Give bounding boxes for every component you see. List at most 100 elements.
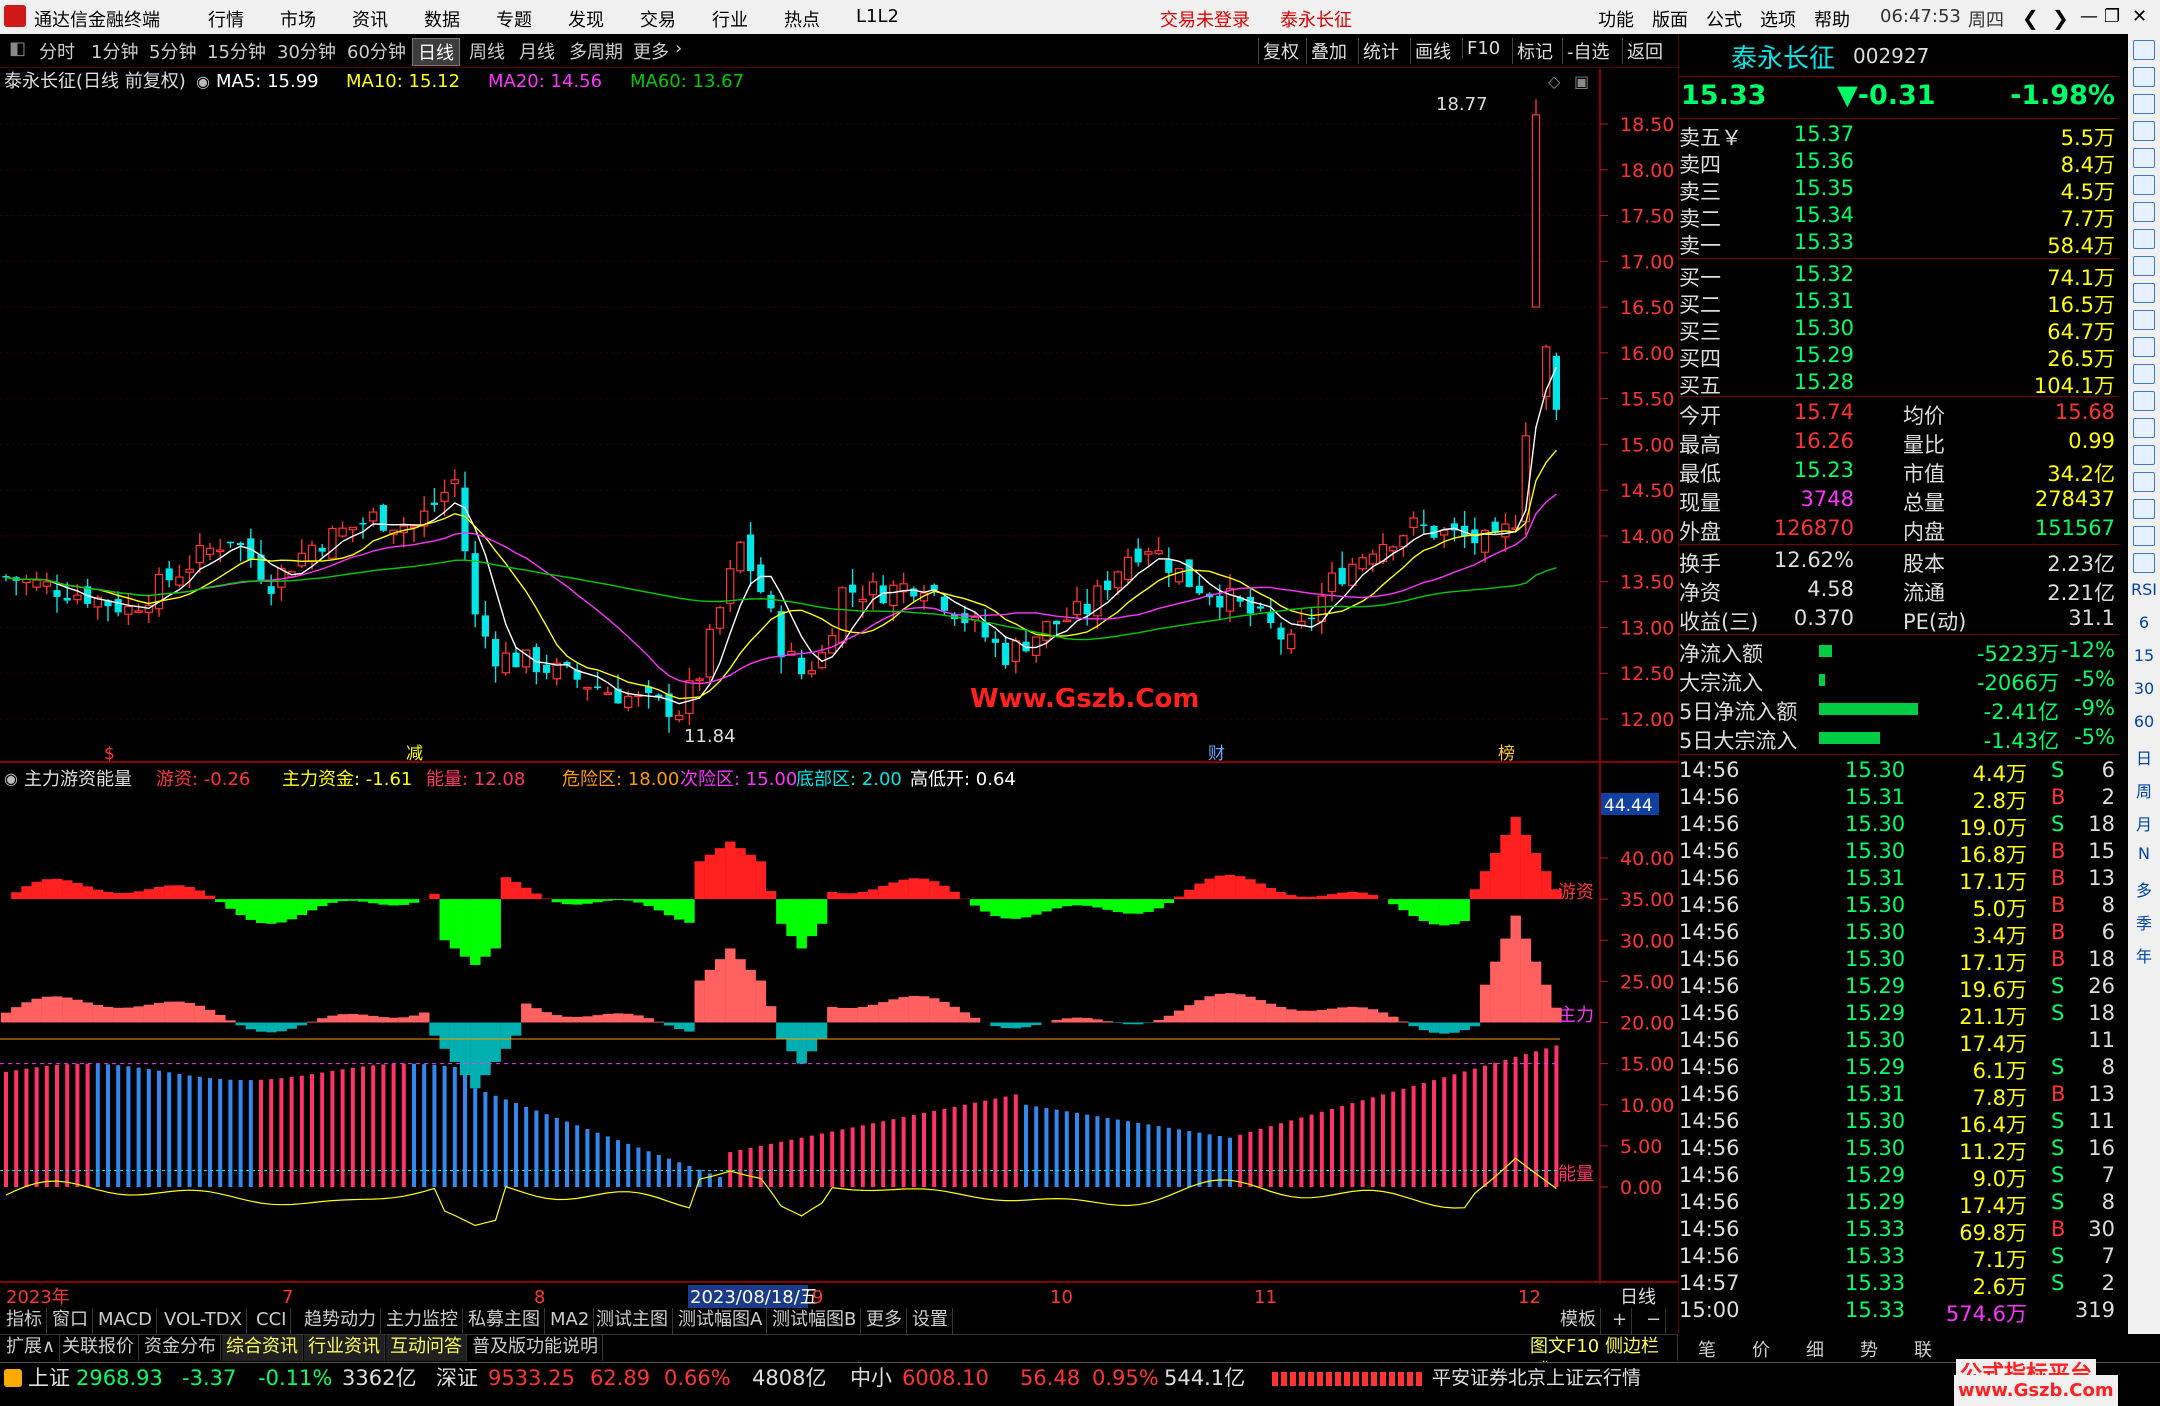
chevron-right-icon[interactable]: › xyxy=(670,38,687,59)
template-button[interactable]: 模板 xyxy=(1556,1308,1601,1334)
indicator-tab-3[interactable]: VOL-TDX xyxy=(160,1308,247,1334)
bid-row[interactable]: 买五15.28104.1万 xyxy=(1679,370,2119,397)
indicator-tab-11[interactable]: 测试幅图B xyxy=(768,1308,861,1334)
panel-toggle-icon[interactable]: ◧ xyxy=(4,38,31,59)
fund-flow-row[interactable]: 5日净流入额-2.41亿-9% xyxy=(1679,696,2119,723)
menu-item-shuju[interactable]: 数据 xyxy=(424,6,460,32)
toolbar-f10[interactable]: F10 xyxy=(1462,38,1504,59)
sidebar-tool-icon[interactable] xyxy=(2133,283,2155,303)
indicator-tab-12[interactable]: 更多 xyxy=(862,1308,907,1334)
chart-area[interactable]: 18.5018.0017.5017.0016.5016.0015.5015.00… xyxy=(0,69,1678,1312)
extension-tab-2[interactable]: 资金分布 xyxy=(140,1335,221,1361)
sidebar-label-10[interactable]: 季 xyxy=(2128,910,2160,934)
sz-index-name[interactable]: 深证 xyxy=(436,1363,478,1394)
panel-menu-icon[interactable]: ▣ xyxy=(1574,72,1589,91)
ask-row[interactable]: 卖四15.368.4万 xyxy=(1679,149,2119,176)
sidebar-label-3[interactable]: 30 xyxy=(2128,679,2160,698)
menu-item-l1l2[interactable]: L1L2 xyxy=(856,6,899,27)
quote-tab-2[interactable]: 细 xyxy=(1806,1336,1824,1362)
period-30min[interactable]: 30分钟 xyxy=(272,38,341,64)
event-mark-dollar[interactable]: $ xyxy=(104,744,115,764)
minimize-icon[interactable]: — xyxy=(2080,6,2098,27)
event-mark-cai[interactable]: 财 xyxy=(1208,744,1225,764)
remove-indicator-button[interactable]: − xyxy=(1642,1308,1666,1334)
menu-item-zhuanti[interactable]: 专题 xyxy=(496,6,532,32)
menu-item-hangqing[interactable]: 行情 xyxy=(208,6,244,32)
toolbar-diejia[interactable]: 叠加 xyxy=(1306,38,1351,64)
sidebar-label-5[interactable]: 日 xyxy=(2128,745,2160,769)
quote-tab-0[interactable]: 笔 xyxy=(1698,1336,1716,1362)
f10-sidebar-toggle[interactable]: 图文F10 侧边栏《 xyxy=(1526,1335,1678,1361)
sidebar-tool-icon[interactable] xyxy=(2133,364,2155,384)
quote-tab-1[interactable]: 价 xyxy=(1752,1336,1770,1362)
sidebar-label-6[interactable]: 周 xyxy=(2128,778,2160,802)
quote-tab-3[interactable]: 势 xyxy=(1860,1336,1878,1362)
sidebar-tool-icon[interactable] xyxy=(2133,418,2155,438)
indicator-tab-2[interactable]: MACD xyxy=(94,1308,157,1334)
period-5min[interactable]: 5分钟 xyxy=(144,38,201,64)
menu-item-bangzhu[interactable]: 帮助 xyxy=(1814,6,1850,32)
indicator-tab-13[interactable]: 设置 xyxy=(908,1308,953,1334)
sidebar-tool-icon[interactable] xyxy=(2133,229,2155,249)
status-menu-icon[interactable] xyxy=(4,1369,22,1387)
fund-flow-row[interactable]: 净流入额-5223万-12% xyxy=(1679,638,2119,665)
period-more[interactable]: 更多 xyxy=(628,38,674,64)
period-15min[interactable]: 15分钟 xyxy=(202,38,271,64)
sidebar-tool-icon[interactable] xyxy=(2133,148,2155,168)
toolbar-zixuan[interactable]: -自选 xyxy=(1562,38,1614,64)
zx-index-name[interactable]: 中小 xyxy=(850,1363,892,1394)
ask-row[interactable]: 卖一15.3358.4万 xyxy=(1679,230,2119,257)
period-multi[interactable]: 多周期 xyxy=(564,38,628,64)
sidebar-tool-icon[interactable] xyxy=(2133,445,2155,465)
event-mark-bang[interactable]: 榜 xyxy=(1498,744,1515,764)
sidebar-tool-icon[interactable] xyxy=(2133,40,2155,60)
extension-tab-3[interactable]: 综合资讯 xyxy=(222,1335,303,1361)
extension-tab-5[interactable]: 互动问答 xyxy=(386,1335,467,1361)
sidebar-label-11[interactable]: 年 xyxy=(2128,943,2160,967)
indicator-tab-8[interactable]: MA2 xyxy=(546,1308,594,1334)
indicator-tab-0[interactable]: 指标 xyxy=(2,1308,47,1334)
sidebar-tool-icon[interactable] xyxy=(2133,337,2155,357)
back-arrow-icon[interactable]: ❮ xyxy=(2022,6,2039,30)
sidebar-label-1[interactable]: 6 xyxy=(2128,613,2160,632)
sh-index-name[interactable]: 上证 xyxy=(28,1363,70,1394)
login-status[interactable]: 交易未登录 xyxy=(1160,6,1250,32)
sidebar-tool-icon[interactable] xyxy=(2133,472,2155,492)
period-1min[interactable]: 1分钟 xyxy=(86,38,143,64)
period-monthly[interactable]: 月线 xyxy=(514,38,560,64)
menu-item-faxian[interactable]: 发现 xyxy=(568,6,604,32)
sidebar-tool-icon[interactable] xyxy=(2133,175,2155,195)
bid-row[interactable]: 买一15.3274.1万 xyxy=(1679,262,2119,289)
sidebar-tool-icon[interactable] xyxy=(2133,67,2155,87)
indicator-collapse-icon[interactable]: ◉ xyxy=(4,769,18,788)
menu-item-jiaoyi[interactable]: 交易 xyxy=(640,6,676,32)
sidebar-tool-icon[interactable] xyxy=(2133,499,2155,519)
sidebar-label-2[interactable]: 15 xyxy=(2128,646,2160,665)
event-mark-jian[interactable]: 减 xyxy=(406,744,423,764)
add-indicator-button[interactable]: + xyxy=(1608,1308,1632,1334)
extension-tab-4[interactable]: 行业资讯 xyxy=(304,1335,385,1361)
extension-tab-1[interactable]: 关联报价 xyxy=(58,1335,139,1361)
fund-flow-row[interactable]: 5日大宗流入-1.43亿-5% xyxy=(1679,725,2119,752)
indicator-tab-4[interactable]: CCI xyxy=(252,1308,291,1334)
bid-row[interactable]: 买二15.3116.5万 xyxy=(1679,289,2119,316)
toolbar-fanhui[interactable]: 返回 xyxy=(1622,38,1667,64)
kline-chart-svg[interactable]: 18.5018.0017.5017.0016.5016.0015.5015.00… xyxy=(0,69,1678,1312)
indicator-tab-6[interactable]: 主力监控 xyxy=(382,1308,463,1334)
ask-row[interactable]: 卖二15.347.7万 xyxy=(1679,203,2119,230)
period-60min[interactable]: 60分钟 xyxy=(342,38,411,64)
sidebar-label-7[interactable]: 月 xyxy=(2128,811,2160,835)
toolbar-fuquan[interactable]: 复权 xyxy=(1258,38,1303,64)
sidebar-label-0[interactable]: RSI xyxy=(2128,580,2160,599)
period-weekly[interactable]: 周线 xyxy=(464,38,510,64)
menu-item-redian[interactable]: 热点 xyxy=(784,6,820,32)
menu-item-gongshi[interactable]: 公式 xyxy=(1706,6,1742,32)
quote-tab-4[interactable]: 联 xyxy=(1914,1336,1932,1362)
toolbar-tongji[interactable]: 统计 xyxy=(1358,38,1403,64)
sidebar-tool-icon[interactable] xyxy=(2133,121,2155,141)
indicator-tab-10[interactable]: 测试幅图A xyxy=(674,1308,767,1334)
indicator-tab-5[interactable]: 趋势动力 xyxy=(300,1308,381,1334)
sidebar-tool-icon[interactable] xyxy=(2133,526,2155,546)
restore-icon[interactable]: ❐ xyxy=(2104,6,2120,27)
period-daily[interactable]: 日线 xyxy=(412,38,460,66)
